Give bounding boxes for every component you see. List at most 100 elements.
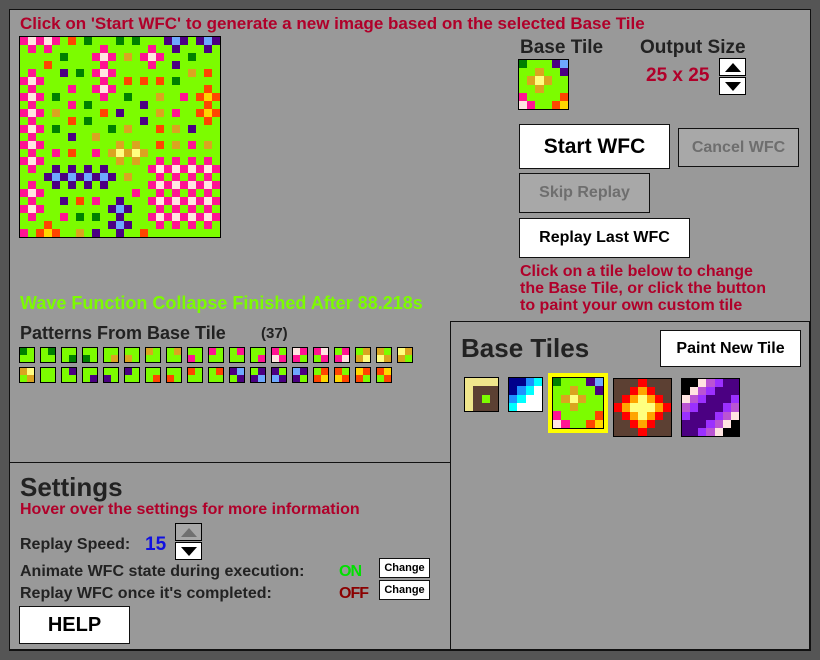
output-cell [20,173,28,181]
start-wfc-button[interactable]: Start WFC [519,124,670,169]
output-cell [204,117,212,125]
output-cell [84,53,92,61]
output-cell [188,133,196,141]
output-cell [132,53,140,61]
output-cell [132,101,140,109]
animate-change-button[interactable]: Change [379,558,430,578]
output-cell [68,101,76,109]
base-tile-cell [519,68,528,77]
output-cell [204,133,212,141]
pattern-cell [48,375,55,382]
output-cell [148,141,156,149]
output-size-decrease-button[interactable] [719,77,746,95]
pattern-tile [166,367,182,383]
pattern-cell [314,375,321,382]
output-cell [28,125,36,133]
tile-cell [561,378,570,387]
base-tile-cell [535,84,544,93]
output-cell [76,61,84,69]
output-cell [100,117,108,125]
output-cell [140,37,148,45]
pattern-cell [272,355,279,362]
output-cell [36,77,44,85]
pattern-cell [363,368,370,375]
tile-cell [489,394,498,403]
output-cell [20,117,28,125]
tile-cell [525,394,534,403]
output-cell [84,61,92,69]
output-cell [212,133,220,141]
output-cell [148,77,156,85]
hint-line-2: the Base Tile, or click the button [520,280,766,297]
output-cell [52,197,60,205]
output-cell [204,165,212,173]
output-cell [156,53,164,61]
output-cell [196,61,204,69]
replay-speed-decrease-button[interactable] [175,542,202,560]
output-cell [52,77,60,85]
output-cell [100,133,108,141]
output-cell [108,181,116,189]
output-cell [156,149,164,157]
output-cell [212,37,220,45]
pattern-cell [90,348,97,355]
output-cell [188,109,196,117]
output-cell [148,205,156,213]
output-cell [76,109,84,117]
output-cell [148,149,156,157]
tile-cell [682,419,691,428]
output-cell [68,221,76,229]
tile-cell [722,419,731,428]
pattern-cell [188,348,195,355]
output-cell [156,69,164,77]
replay-change-button[interactable]: Change [379,580,430,600]
paint-new-tile-button[interactable]: Paint New Tile [660,330,801,367]
tile-cell [561,394,570,403]
output-cell [116,125,124,133]
output-size-label: Output Size [640,37,746,58]
tile-cell [690,403,699,412]
settings-title: Settings [20,472,123,502]
output-cell [44,141,52,149]
output-cell [92,93,100,101]
base-tile-blue-gradient-tile[interactable] [508,377,543,412]
output-cell [180,117,188,125]
base-tile-brown-square-tile[interactable] [464,377,499,412]
tile-cell [465,394,474,403]
pattern-tile [187,367,203,383]
output-cell [164,93,172,101]
base-tile-cell [527,92,536,101]
output-cell [148,197,156,205]
output-cell [68,93,76,101]
cancel-wfc-button[interactable]: Cancel WFC [678,128,799,167]
output-cell [20,69,28,77]
help-button[interactable]: HELP [19,606,130,644]
pattern-tile [61,367,77,383]
pattern-cell [132,348,139,355]
output-cell [196,45,204,53]
base-tile-green-flower-tile[interactable] [548,373,608,433]
pattern-tile [40,347,56,363]
pattern-tile [376,347,392,363]
pattern-cell [384,355,391,362]
base-tile-purple-stripe-tile[interactable] [681,378,740,437]
output-cell [212,85,220,93]
tile-cell [553,378,562,387]
output-cell [92,117,100,125]
output-cell [148,165,156,173]
base-tile-fire-diamond-tile[interactable] [613,378,672,437]
replay-last-wfc-button[interactable]: Replay Last WFC [519,218,690,258]
output-cell [212,101,220,109]
pattern-cell [321,355,328,362]
output-size-increase-button[interactable] [719,58,746,76]
output-cell [44,109,52,117]
output-cell [20,109,28,117]
output-cell [76,221,84,229]
pattern-cell [153,348,160,355]
tile-cell [481,394,490,403]
skip-replay-button[interactable]: Skip Replay [519,173,650,213]
replay-speed-increase-button[interactable] [175,523,202,541]
output-cell [172,93,180,101]
base-tile-cell [519,100,528,109]
output-cell [164,53,172,61]
